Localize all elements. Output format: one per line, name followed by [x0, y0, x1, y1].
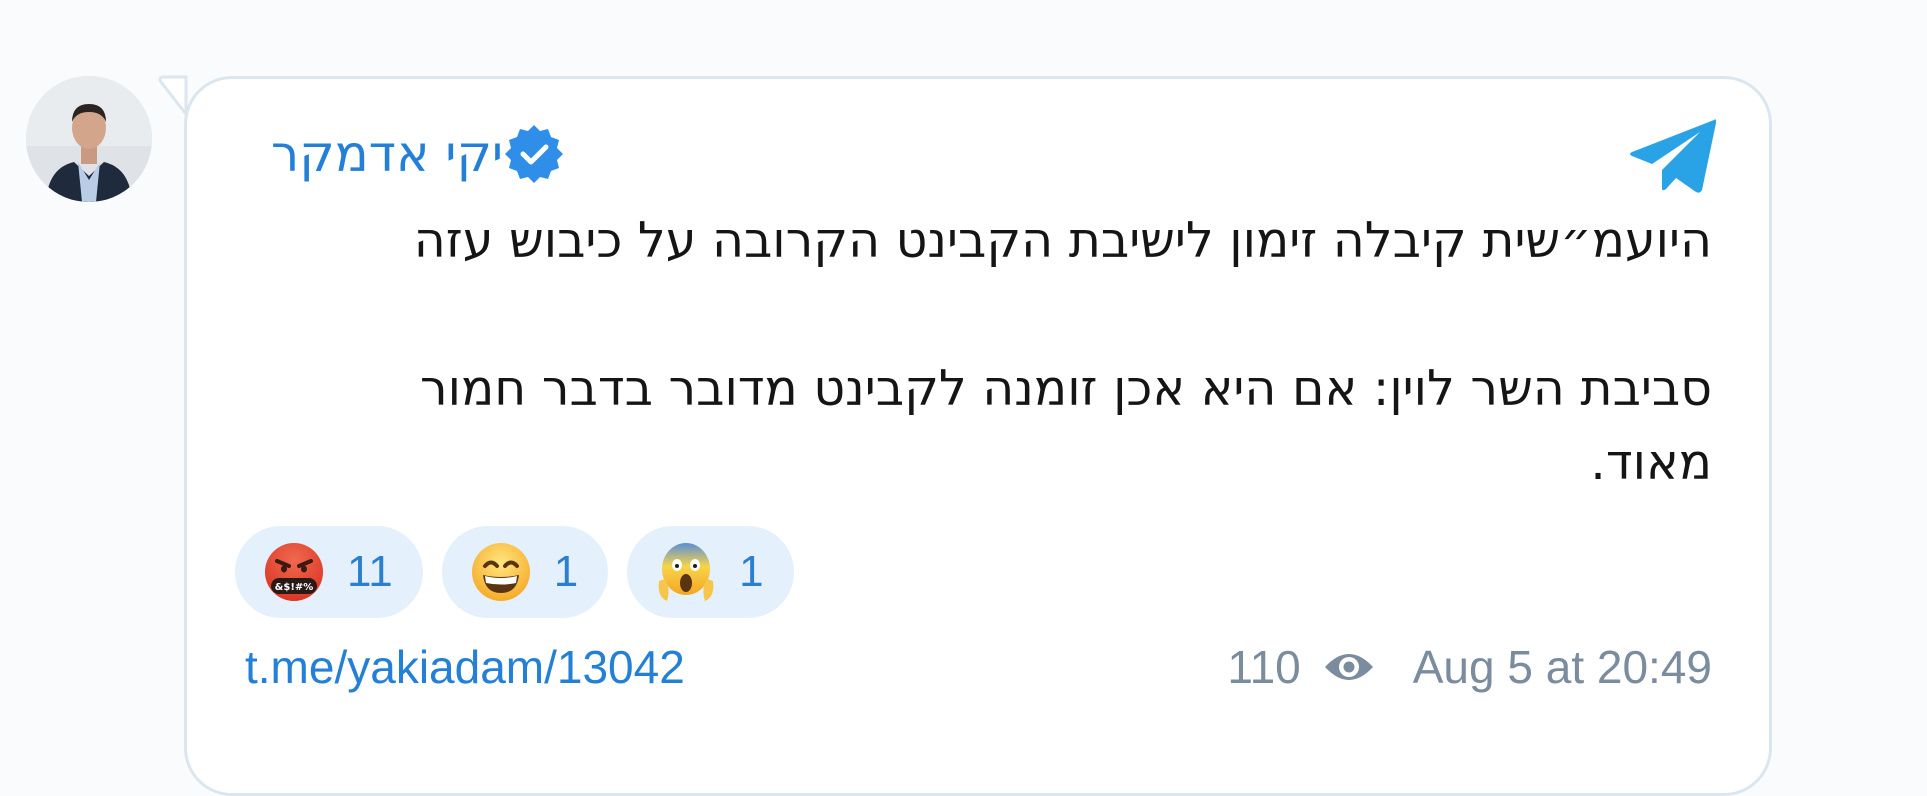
svg-text:&$!#%: &$!#%: [275, 582, 314, 593]
reaction-grinning-face[interactable]: 1: [441, 526, 609, 618]
reaction-face-screaming-in-fear[interactable]: 1: [627, 526, 794, 618]
author-name[interactable]: יקי אדמקר: [271, 129, 503, 179]
verified-badge-icon: [505, 125, 564, 183]
message-line: היועמ״שית קיבלה זימון לישיבת הקבינט הקרו…: [413, 212, 1712, 269]
post-link[interactable]: t.me/yakiadam/13042: [245, 640, 685, 694]
face-screaming-in-fear-icon: [658, 543, 714, 601]
post-meta: 110 Aug 5 at 20:49: [1227, 640, 1712, 694]
message-line: מאוד.: [1590, 434, 1712, 491]
reaction-count: 1: [739, 547, 764, 596]
grinning-face-with-smiling-eyes-icon: [471, 543, 530, 601]
message-line: סביבת השר לוין: אם היא אכן זומנה לקבינט …: [419, 360, 1712, 417]
author-row: יקי אדמקר: [243, 118, 565, 190]
face-with-symbols-on-mouth-icon: &$!#%: [265, 543, 323, 601]
post-date: Aug 5 at 20:49: [1412, 641, 1712, 693]
avatar[interactable]: [26, 76, 152, 202]
reaction-count: 1: [553, 547, 579, 596]
eye-icon: [1324, 654, 1373, 680]
view-count: 110: [1227, 641, 1301, 693]
reactions-bar: &$!#% 11 1 1: [235, 526, 794, 618]
reaction-face-with-symbols-on-mouth[interactable]: &$!#% 11: [235, 526, 423, 618]
reaction-count: 11: [347, 547, 393, 596]
telegram-icon[interactable]: [1630, 118, 1716, 194]
message-text: היועמ״שית קיבלה זימון לישיבת הקבינט הקרו…: [240, 204, 1712, 500]
avatar-image: [26, 76, 152, 202]
